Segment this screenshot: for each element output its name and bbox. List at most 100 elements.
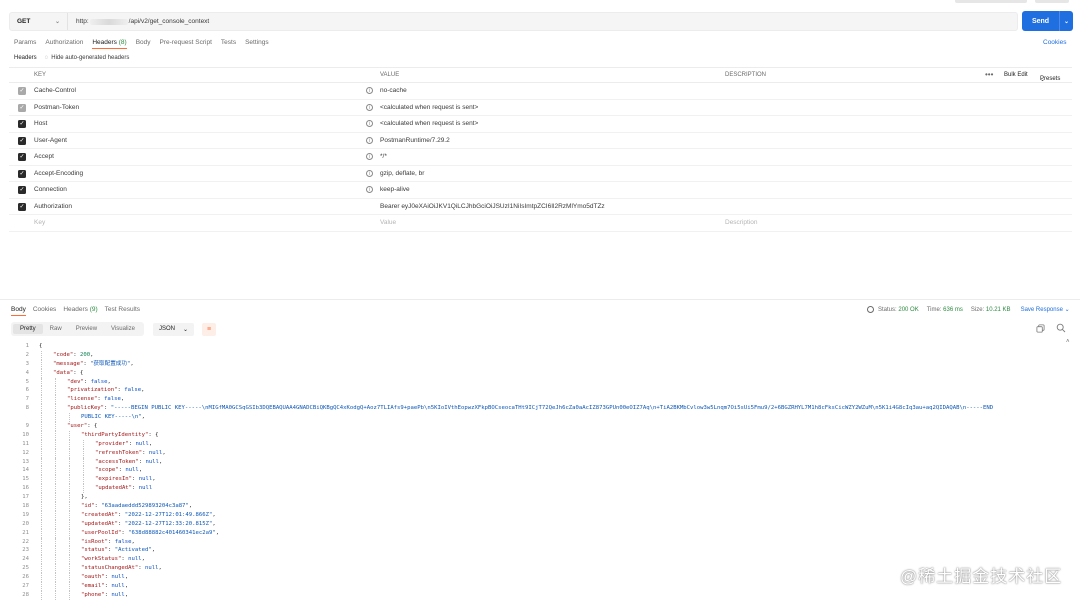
code-line: 1{ <box>11 342 1069 351</box>
size-value[interactable]: 10.21 KB <box>986 307 1011 313</box>
bulk-edit-button[interactable]: Bulk Edit <box>1004 72 1028 78</box>
chevron-down-icon[interactable]: ⌄ <box>1059 11 1073 31</box>
code-token: : { <box>73 369 84 376</box>
tab-response-cookies[interactable]: Cookies <box>33 306 56 316</box>
checkbox[interactable]: ✓ <box>18 103 26 112</box>
code-token: "-----BEGIN PUBLIC KEY-----\nMIGfMA0GCSq… <box>110 405 994 412</box>
checkbox[interactable]: ✓ <box>18 153 26 161</box>
code-token: , <box>212 520 216 527</box>
send-button[interactable]: Send ⌄ <box>1022 11 1073 31</box>
pane-divider[interactable] <box>0 299 1080 300</box>
indent-guide <box>55 457 56 467</box>
tab-tests[interactable]: Tests <box>221 39 236 49</box>
view-visualize[interactable]: Visualize <box>104 324 142 334</box>
checkbox[interactable]: ✓ <box>18 186 26 194</box>
save-response-label: Save Response <box>1020 307 1063 313</box>
code-token: , <box>120 396 125 403</box>
info-icon[interactable]: i <box>366 136 373 144</box>
code-line: 23 "status": "Activated", <box>11 546 1069 556</box>
save-response-button[interactable]: Save Response ⌄ <box>1021 306 1070 313</box>
code-line: 13 "accessToken": null, <box>11 457 1069 467</box>
code-text: "license": false, <box>39 395 125 405</box>
indent-guide <box>41 537 42 547</box>
code-token: "2022-12-27T12:33:20.815Z" <box>124 520 213 527</box>
table-row: ✓ Host i <calculated when request is sen… <box>9 116 1072 133</box>
checkbox[interactable]: ✓ <box>18 202 26 211</box>
tab-settings[interactable]: Settings <box>245 39 269 49</box>
code-token: "Activated" <box>114 547 152 554</box>
line-number: 28 <box>22 591 29 598</box>
more-options-icon[interactable]: ••• <box>985 70 993 79</box>
new-value-input[interactable]: Value <box>380 219 396 226</box>
code-token: , <box>158 565 162 572</box>
top-toolbar-segment[interactable] <box>955 0 1027 3</box>
size-label: Size: <box>970 306 985 313</box>
indent-guide <box>55 448 56 458</box>
tab-authorization[interactable]: Authorization <box>45 39 83 49</box>
indent-guide <box>69 573 70 583</box>
url-prefix: http: <box>76 18 89 25</box>
time-value[interactable]: 636 ms <box>943 307 963 313</box>
wrap-lines-icon[interactable]: ≡ <box>201 322 216 336</box>
tab-pre-request-script[interactable]: Pre-request Script <box>160 39 212 49</box>
new-description-input[interactable]: Description <box>725 219 758 226</box>
checkbox[interactable]: ✓ <box>18 136 26 145</box>
code-token: "获取配置成功" <box>90 360 131 367</box>
code-token: null <box>125 467 139 474</box>
header-key: Accept-Encoding <box>34 169 84 177</box>
info-icon[interactable]: i <box>366 87 373 94</box>
tab-response-body[interactable]: Body <box>11 306 26 316</box>
code-line: 4 "data": { <box>11 368 1069 378</box>
code-token: , <box>215 529 220 536</box>
line-number: 24 <box>22 556 29 563</box>
checkbox[interactable]: ✓ <box>18 87 26 95</box>
search-icon[interactable] <box>1056 323 1066 333</box>
cookies-link[interactable]: Cookies <box>1043 39 1066 46</box>
format-select[interactable]: JSON ⌄ <box>152 322 194 336</box>
view-pretty[interactable]: Pretty <box>13 324 43 334</box>
status-value[interactable]: 200 OK <box>898 307 918 313</box>
tab-label: Authorization <box>45 39 84 46</box>
code-token: : <box>138 565 146 572</box>
eye-off-icon[interactable]: ◌ <box>45 55 49 61</box>
new-key-input[interactable]: Key <box>34 219 45 226</box>
code-text: "isRoot": false, <box>39 537 135 547</box>
code-text: "userPoolId": "638d88882c401460341ec2a9"… <box>39 528 220 538</box>
code-token: "code" <box>53 351 74 358</box>
view-preview[interactable]: Preview <box>69 324 104 334</box>
info-icon[interactable]: i <box>366 120 373 127</box>
code-text: "oauth": null, <box>39 573 128 583</box>
method-select[interactable]: GET ⌄ <box>10 13 68 30</box>
top-toolbar-segment[interactable] <box>1035 0 1069 3</box>
code-token: "oauth" <box>81 574 105 581</box>
code-text: "expiresIn": null, <box>39 475 156 485</box>
info-icon[interactable]: i <box>366 153 373 160</box>
checkbox[interactable]: ✓ <box>18 120 26 128</box>
indent-guide <box>69 484 70 494</box>
hide-auto-generated-toggle[interactable]: Hide auto-generated headers <box>51 55 129 61</box>
checkbox[interactable]: ✓ <box>18 169 26 178</box>
indent-guide <box>69 528 70 538</box>
table-row: ✓ Accept-Encoding i gzip, deflate, br <box>9 166 1072 182</box>
view-raw[interactable]: Raw <box>43 324 69 334</box>
tab-body[interactable]: Body <box>136 39 151 49</box>
url-input[interactable]: http: /api/v2/get_console_context <box>68 18 209 25</box>
code-token: , <box>141 387 145 394</box>
info-icon[interactable]: i <box>366 169 373 177</box>
copy-icon[interactable] <box>1036 324 1045 333</box>
globe-icon[interactable] <box>867 306 874 313</box>
chevron-down-icon: ⌄ <box>182 326 188 333</box>
tab-params[interactable]: Params <box>14 39 36 49</box>
code-token: null <box>138 476 153 483</box>
col-description: DESCRIPTION <box>725 72 767 78</box>
tab-headers[interactable]: Headers (8) <box>92 39 127 49</box>
response-view-bar: Pretty Raw Preview Visualize JSON ⌄ ≡ <box>11 322 216 336</box>
code-token: , <box>130 360 134 367</box>
header-value: keep-alive <box>380 186 410 193</box>
table-row: ✓ Authorization Bearer eyJ0eXAiOiJKV1QiL… <box>9 199 1072 215</box>
info-icon[interactable]: i <box>366 186 373 193</box>
info-icon[interactable]: i <box>366 103 373 111</box>
tab-test-results[interactable]: Test Results <box>105 306 140 316</box>
tab-response-headers[interactable]: Headers (9) <box>63 306 97 316</box>
line-number: 23 <box>22 547 29 554</box>
